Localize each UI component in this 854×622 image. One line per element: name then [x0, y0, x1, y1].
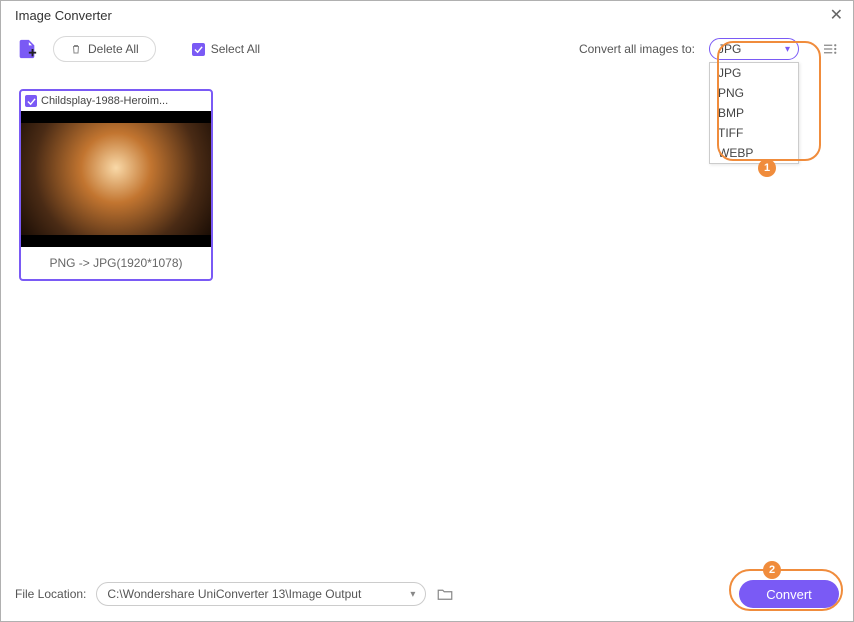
open-folder-icon[interactable]: [436, 585, 454, 603]
settings-icon[interactable]: [821, 40, 839, 58]
thumbnail-preview: [21, 111, 211, 247]
format-option-bmp[interactable]: BMP: [710, 103, 798, 123]
convert-to-label: Convert all images to:: [579, 42, 695, 56]
format-dropdown: JPGPNGBMPTIFFWEBP: [709, 62, 799, 164]
add-file-icon[interactable]: [15, 37, 39, 61]
thumbnail-format-info: PNG -> JPG(1920*1078): [21, 247, 211, 279]
thumbnail-filename: Childsplay-1988-Heroim...: [41, 95, 168, 107]
delete-all-button[interactable]: Delete All: [53, 36, 156, 62]
delete-all-label: Delete All: [88, 42, 139, 56]
chevron-down-icon: ▾: [785, 44, 790, 55]
file-location-label: File Location:: [15, 587, 86, 601]
close-icon[interactable]: ✕: [830, 5, 843, 25]
checkbox-checked-icon: [25, 95, 37, 107]
select-all-checkbox[interactable]: Select All: [192, 42, 260, 56]
annotation-badge-1: 1: [758, 159, 776, 177]
chevron-down-icon: ▾: [410, 589, 415, 600]
trash-icon: [70, 43, 82, 55]
format-option-jpg[interactable]: JPG: [710, 63, 798, 83]
output-path-select[interactable]: C:\Wondershare UniConverter 13\Image Out…: [96, 582, 426, 606]
output-path-value: C:\Wondershare UniConverter 13\Image Out…: [107, 587, 361, 601]
select-all-label: Select All: [211, 42, 260, 56]
format-option-tiff[interactable]: TIFF: [710, 123, 798, 143]
window-title: Image Converter: [15, 8, 112, 23]
format-option-webp[interactable]: WEBP: [710, 143, 798, 163]
format-select[interactable]: JPG ▾: [709, 38, 799, 60]
format-selected-value: JPG: [718, 42, 741, 56]
format-option-png[interactable]: PNG: [710, 83, 798, 103]
image-thumbnail[interactable]: Childsplay-1988-Heroim... PNG -> JPG(192…: [19, 89, 213, 281]
convert-button[interactable]: Convert: [739, 580, 839, 608]
checkbox-checked-icon: [192, 43, 205, 56]
